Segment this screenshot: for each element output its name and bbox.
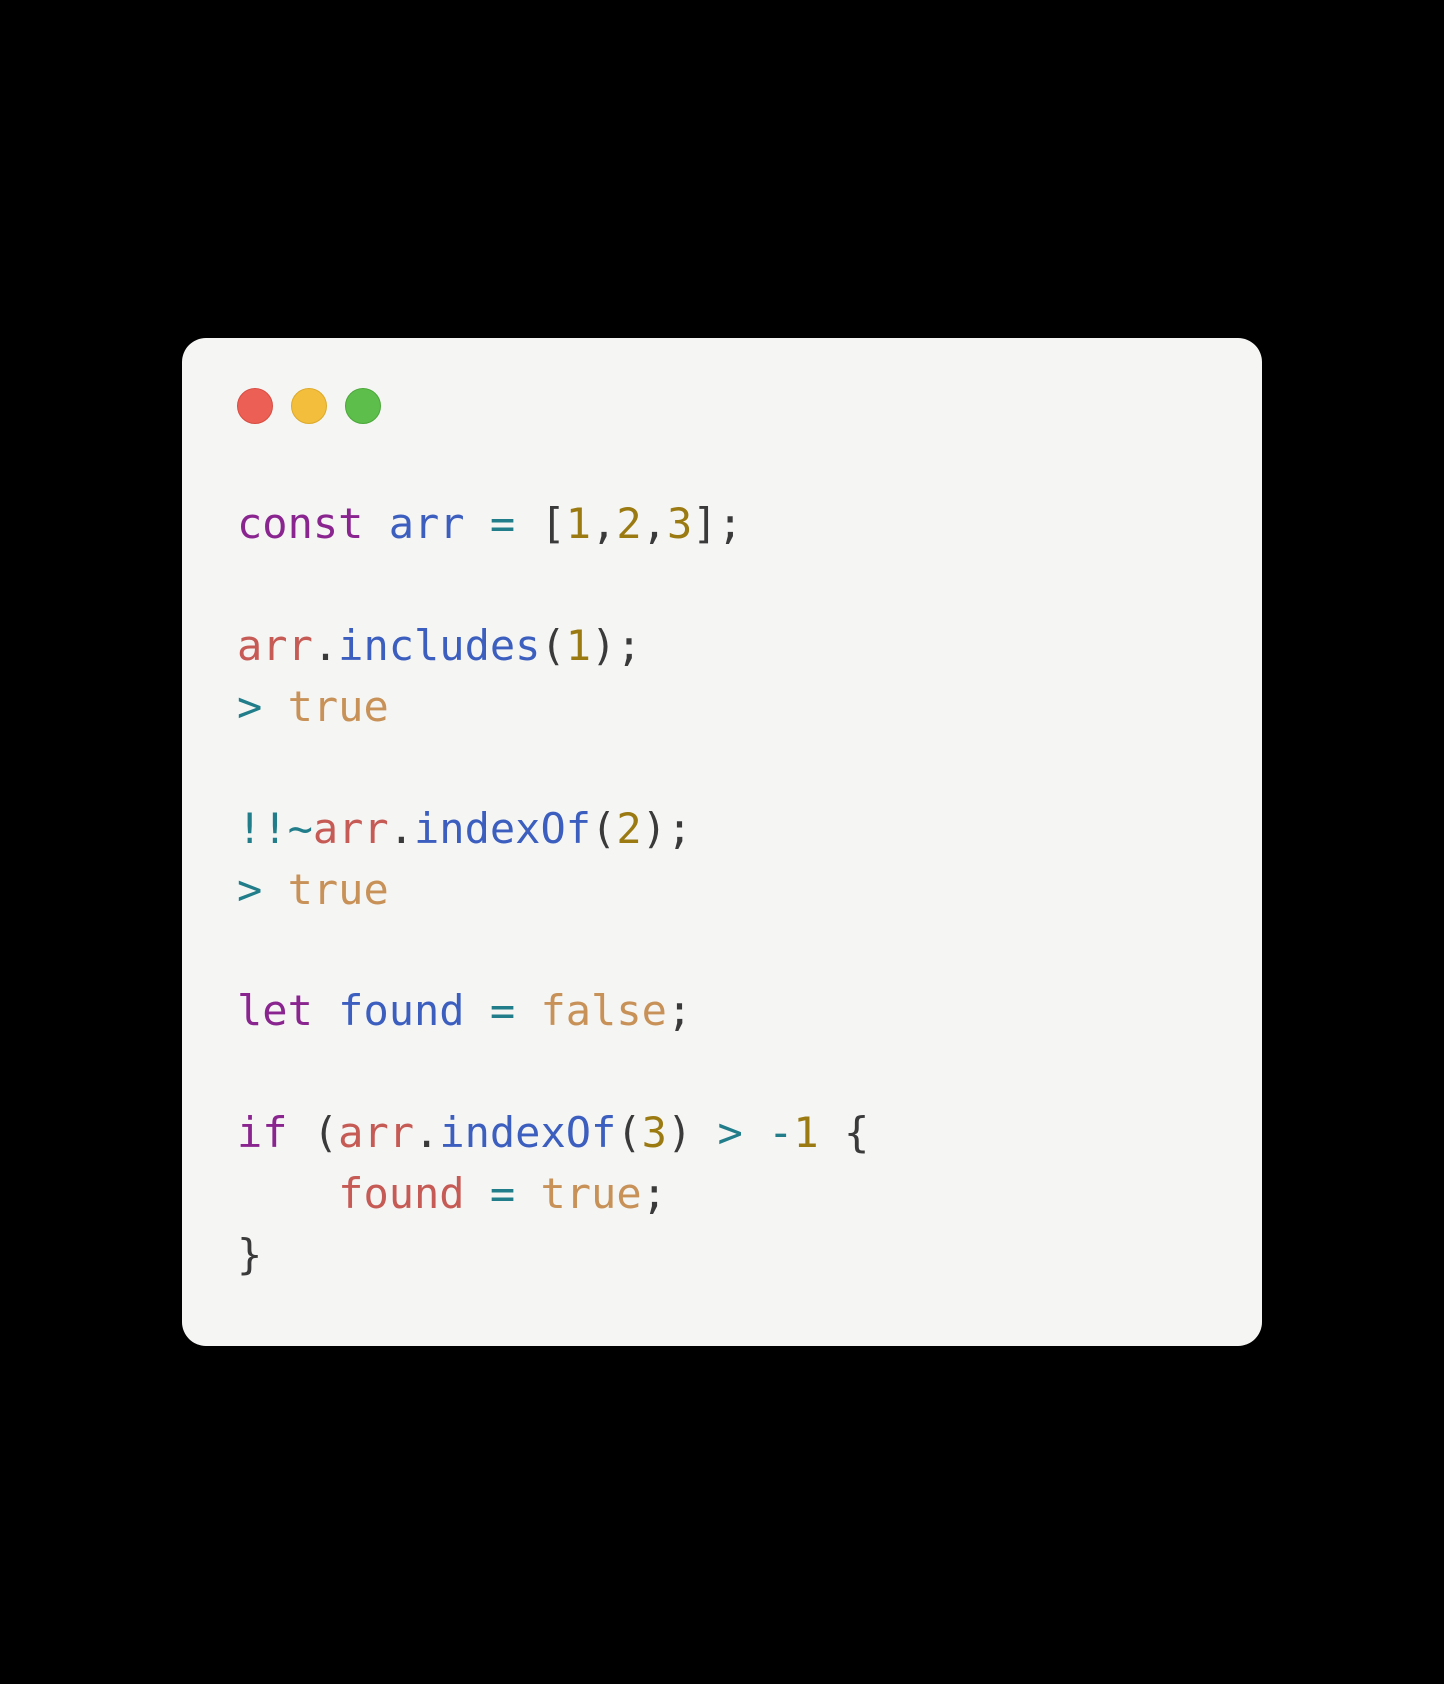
code-token: arr [338, 1108, 414, 1157]
code-token: arr [389, 499, 465, 548]
code-token: arr [313, 804, 389, 853]
code-token: > [237, 865, 262, 914]
code-token: indexOf [439, 1108, 616, 1157]
code-token: 3 [667, 499, 692, 548]
code-token: > [237, 682, 262, 731]
code-token [363, 499, 388, 548]
code-token: ) [667, 1108, 692, 1157]
code-token: ( [616, 1108, 641, 1157]
code-token: true [540, 1169, 641, 1218]
code-token: ( [313, 1108, 338, 1157]
code-token: let [237, 986, 313, 1035]
code-token: ); [591, 621, 642, 670]
code-token: = [490, 1169, 515, 1218]
code-token: . [389, 804, 414, 853]
code-token: indexOf [414, 804, 591, 853]
code-token: [ [540, 499, 565, 548]
code-token: > [718, 1108, 743, 1157]
code-token: found [338, 1169, 464, 1218]
code-token [743, 1108, 768, 1157]
code-token: true [288, 865, 389, 914]
code-token: const [237, 499, 363, 548]
code-token: ; [667, 986, 692, 1035]
code-token: 3 [642, 1108, 667, 1157]
code-token [465, 1169, 490, 1218]
code-token: ( [540, 621, 565, 670]
code-token [465, 986, 490, 1035]
code-token: = [490, 986, 515, 1035]
code-token [262, 682, 287, 731]
code-token: !!~ [237, 804, 313, 853]
code-token: - [768, 1108, 793, 1157]
code-token: includes [338, 621, 540, 670]
traffic-lights [237, 388, 1207, 424]
code-token: 1 [793, 1108, 818, 1157]
code-token: ( [591, 804, 616, 853]
code-token: . [414, 1108, 439, 1157]
code-token: , [642, 499, 667, 548]
code-token: ]; [692, 499, 743, 548]
code-token: , [591, 499, 616, 548]
code-token: found [338, 986, 464, 1035]
code-token: ); [642, 804, 693, 853]
code-token [515, 499, 540, 548]
maximize-icon[interactable] [345, 388, 381, 424]
code-token: 1 [566, 499, 591, 548]
code-token: 2 [616, 804, 641, 853]
code-token: 2 [616, 499, 641, 548]
code-block: const arr = [1,2,3]; arr.includes(1); > … [237, 494, 1207, 1286]
code-token [515, 1169, 540, 1218]
code-token [465, 499, 490, 548]
code-token: arr [237, 621, 313, 670]
code-token: if [237, 1108, 288, 1157]
code-token [288, 1108, 313, 1157]
code-token [237, 1169, 338, 1218]
close-icon[interactable] [237, 388, 273, 424]
code-token [262, 865, 287, 914]
code-token [515, 986, 540, 1035]
code-token: true [288, 682, 389, 731]
code-token: ; [642, 1169, 667, 1218]
code-token [819, 1108, 844, 1157]
code-token: { [844, 1108, 869, 1157]
minimize-icon[interactable] [291, 388, 327, 424]
code-token [313, 986, 338, 1035]
code-window: const arr = [1,2,3]; arr.includes(1); > … [182, 338, 1262, 1346]
code-token: . [313, 621, 338, 670]
code-token: = [490, 499, 515, 548]
code-token: false [540, 986, 666, 1035]
code-token: 1 [566, 621, 591, 670]
code-token: } [237, 1230, 262, 1279]
code-token [692, 1108, 717, 1157]
